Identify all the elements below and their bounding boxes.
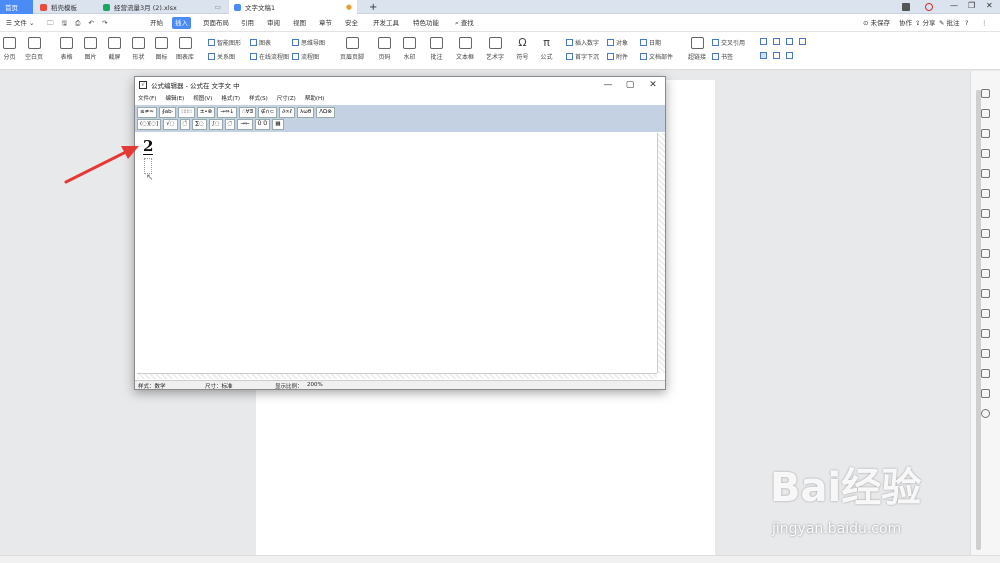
watermark-url: jingyan.baidu.com — [772, 521, 902, 537]
arrow-shaft — [64, 149, 130, 184]
baidu-watermark: Bai经验 jingyan.baidu.com — [770, 455, 980, 555]
baidu-logo: Bai经验 — [770, 465, 922, 511]
